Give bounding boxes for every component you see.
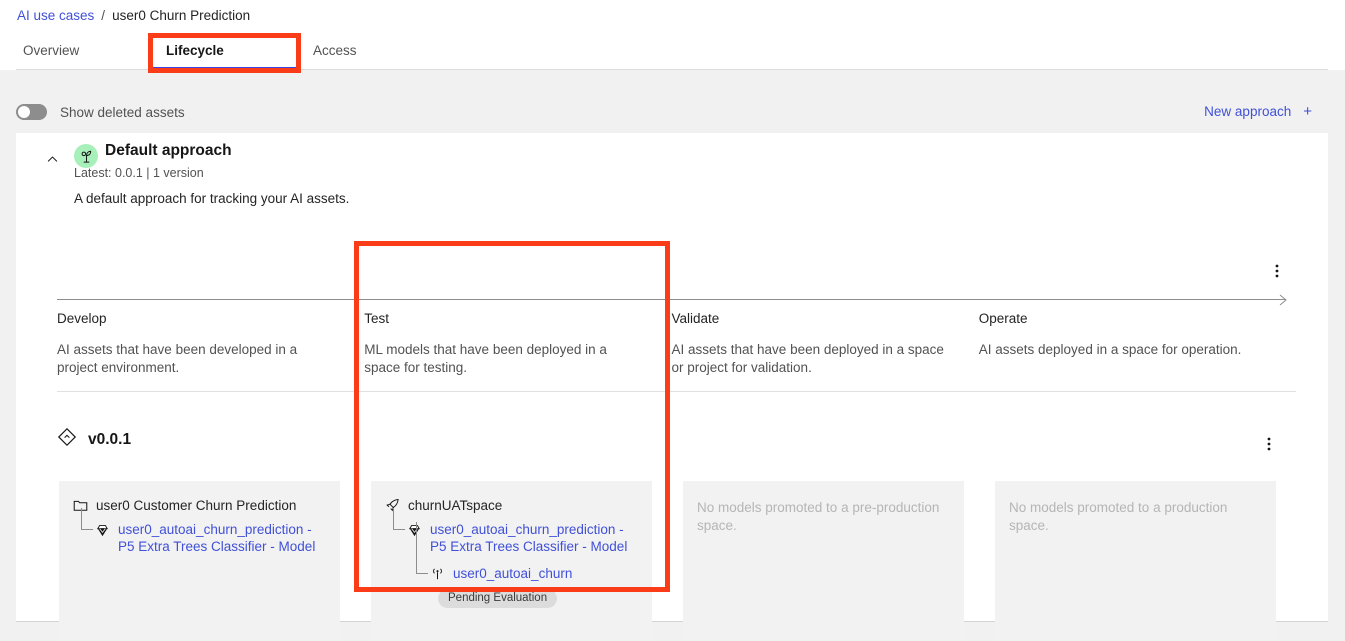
- status-badge: Pending Evaluation: [438, 589, 558, 609]
- tree-connector: [393, 508, 405, 530]
- stage-description: AI assets that have been developed in a …: [57, 342, 298, 375]
- asset-card-operate: No models promoted to a production space…: [995, 481, 1276, 641]
- stage-operate: Operate AI assets deployed in a space fo…: [979, 311, 1286, 391]
- version-overflow-menu[interactable]: [1256, 431, 1282, 457]
- show-deleted-assets-label: Show deleted assets: [60, 104, 185, 120]
- empty-state-text: No models promoted to a production space…: [1009, 500, 1228, 534]
- tab-access[interactable]: Access: [313, 31, 357, 70]
- sprout-icon: [74, 144, 98, 168]
- stage-develop: Develop AI assets that have been develop…: [57, 311, 364, 391]
- asset-root-node: user0 Customer Churn Prediction: [73, 497, 326, 513]
- asset-root-label: churnUATspace: [408, 498, 503, 513]
- stage-title: Validate: [671, 311, 720, 326]
- stage-title: Develop: [57, 311, 107, 326]
- asset-node-deployment[interactable]: user0_autoai_churn: [416, 522, 638, 583]
- show-deleted-assets-toggle[interactable]: Show deleted assets: [16, 104, 185, 120]
- asset-node-model[interactable]: user0_autoai_churn_prediction - P5 Extra…: [81, 508, 326, 555]
- breadcrumb-link-ai-use-cases[interactable]: AI use cases: [17, 8, 94, 23]
- approach-overflow-menu[interactable]: [1264, 258, 1290, 284]
- new-approach-label: New approach: [1204, 104, 1292, 119]
- asset-card-validate: No models promoted to a pre-production s…: [683, 481, 964, 641]
- version-label: v0.0.1: [88, 430, 132, 448]
- version-diamond-icon: [57, 427, 77, 452]
- deployment-signal-icon: [430, 567, 445, 582]
- page-body: Show deleted assets New approach + Defau…: [0, 70, 1345, 641]
- asset-card-develop: user0 Customer Churn Prediction user0_au…: [59, 481, 340, 641]
- stage-title: Operate: [978, 311, 1028, 326]
- approach-title: Default approach: [105, 142, 232, 159]
- toggle-switch[interactable]: [16, 104, 47, 120]
- breadcrumb-current: user0 Churn Prediction: [112, 8, 251, 23]
- tree-connector: [81, 508, 93, 530]
- asset-root-node: churnUATspace: [385, 497, 638, 513]
- approach-subtitle: Latest: 0.0.1 | 1 version: [74, 166, 204, 180]
- lifecycle-stage-headers: Develop AI assets that have been develop…: [57, 311, 1286, 391]
- stage-description: AI assets that have been deployed in a s…: [671, 342, 944, 375]
- lifecycle-track-line: [57, 299, 1286, 300]
- chevron-up-icon[interactable]: [41, 148, 63, 170]
- stage-divider: [57, 391, 1296, 392]
- plus-icon: +: [1303, 103, 1312, 120]
- asset-tree: user0_autoai_churn_prediction - P5 Extra…: [385, 508, 638, 609]
- asset-node-label[interactable]: user0_autoai_churn: [453, 566, 572, 583]
- approach-panel: Default approach Latest: 0.0.1 | 1 versi…: [16, 133, 1328, 641]
- tree-connector: [416, 522, 428, 575]
- lifecycle-toolbar: Show deleted assets New approach +: [0, 70, 1345, 133]
- asset-root-label: user0 Customer Churn Prediction: [96, 498, 297, 513]
- asset-card-test: churnUATspace user0_autoai_churn_predict…: [371, 481, 652, 641]
- version-row: v0.0.1: [57, 427, 131, 452]
- stage-title: Test: [364, 311, 390, 326]
- model-gem-icon: [95, 523, 110, 538]
- tab-active-indicator: [151, 67, 298, 69]
- stage-description: ML models that have been deployed in a s…: [364, 342, 607, 375]
- breadcrumb: AI use cases / user0 Churn Prediction: [0, 0, 1345, 31]
- asset-node-model[interactable]: user0_autoai_churn_prediction - P5 Extra…: [393, 508, 638, 555]
- asset-node-label[interactable]: user0_autoai_churn_prediction - P5 Extra…: [118, 522, 326, 555]
- stage-test: Test ML models that have been deployed i…: [364, 311, 671, 391]
- asset-card-row: user0 Customer Churn Prediction user0_au…: [59, 481, 1294, 641]
- lifecycle-arrow-icon: [1278, 293, 1288, 306]
- tab-overview[interactable]: Overview: [23, 31, 79, 70]
- empty-state-text: No models promoted to a pre-production s…: [697, 500, 940, 534]
- stage-validate: Validate AI assets that have been deploy…: [672, 311, 979, 391]
- tab-bar: Overview Lifecycle Access: [0, 31, 1345, 70]
- approach-description: A default approach for tracking your AI …: [74, 191, 350, 206]
- tab-lifecycle[interactable]: Lifecycle: [166, 31, 224, 70]
- breadcrumb-separator: /: [101, 8, 106, 23]
- asset-node-label[interactable]: user0_autoai_churn_prediction - P5 Extra…: [430, 522, 638, 555]
- asset-tree: user0_autoai_churn_prediction - P5 Extra…: [73, 508, 326, 555]
- new-approach-button[interactable]: New approach +: [1204, 104, 1312, 119]
- stage-description: AI assets deployed in a space for operat…: [978, 342, 1242, 357]
